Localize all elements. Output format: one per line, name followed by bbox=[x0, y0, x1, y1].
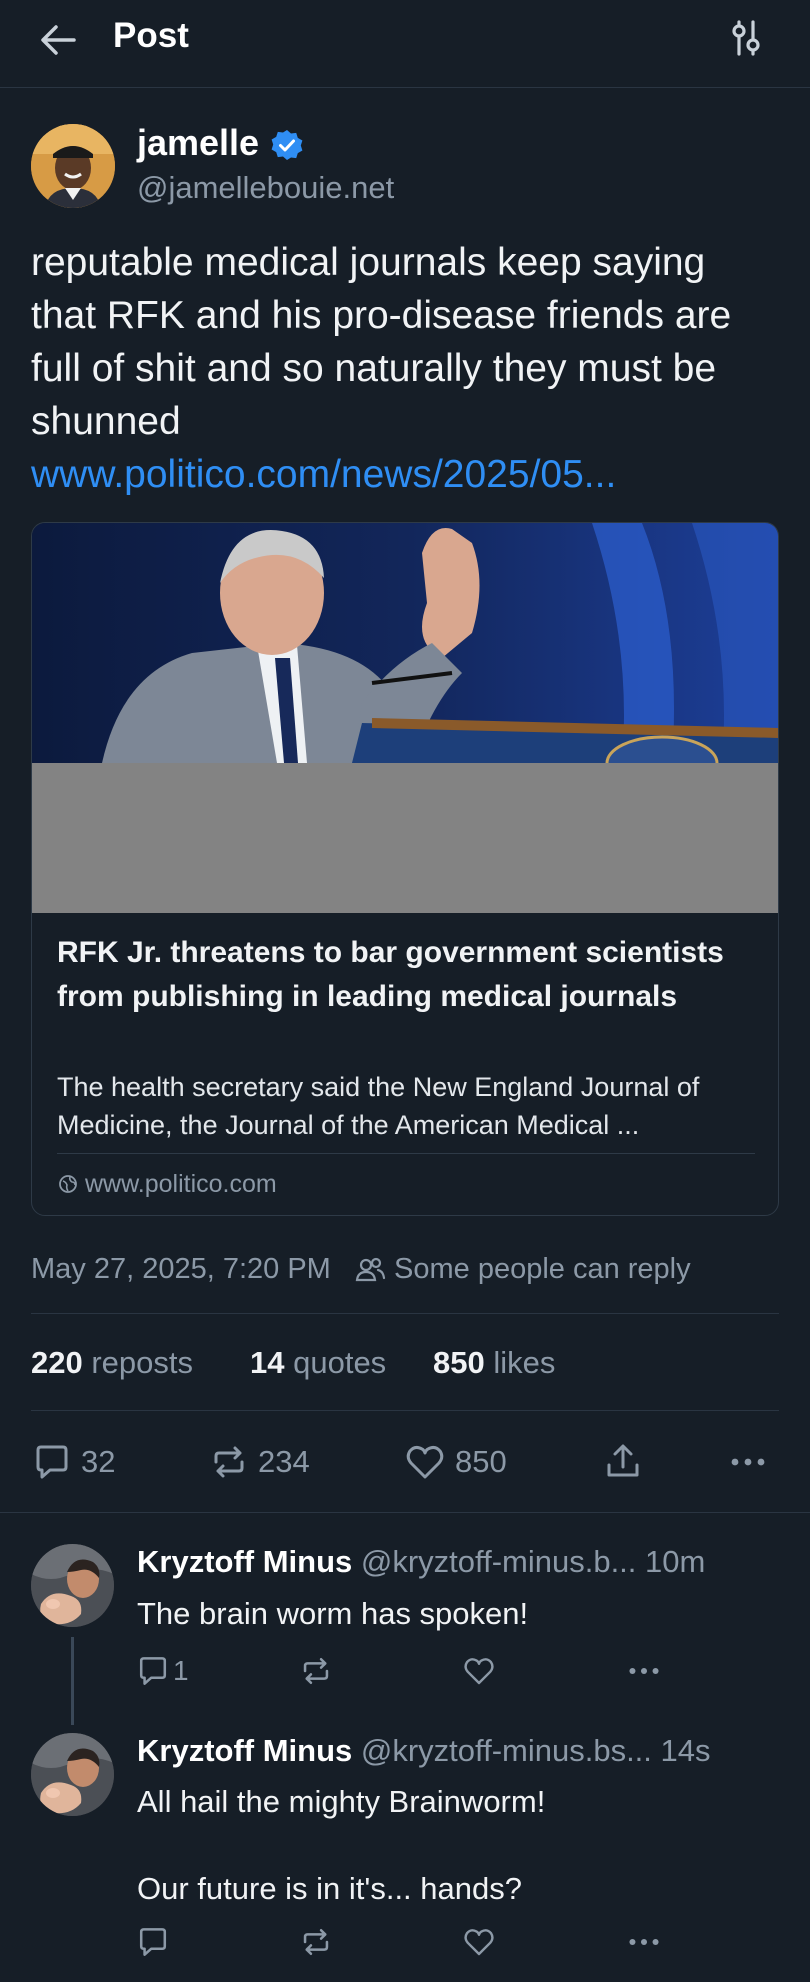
card-domain: www.politico.com bbox=[85, 1170, 277, 1198]
share-icon bbox=[604, 1443, 642, 1481]
quotes-label: quotes bbox=[293, 1345, 387, 1380]
reply-icon bbox=[33, 1443, 71, 1481]
reply-time: 14s bbox=[660, 1733, 711, 1768]
reply-button[interactable]: 1 bbox=[137, 1653, 189, 1689]
avatar[interactable] bbox=[31, 1733, 114, 1816]
repost-icon bbox=[300, 1926, 332, 1958]
reply-time: 10m bbox=[645, 1544, 706, 1579]
reply-header: Kryztoff Minus @kryztoff-minus.b... 10m bbox=[137, 1544, 705, 1580]
verified-badge-icon bbox=[270, 128, 304, 162]
link-preview-card[interactable]: RFK Jr. threatens to bar government scie… bbox=[31, 522, 779, 1216]
stat-quotes[interactable]: 14 quotes bbox=[250, 1345, 386, 1381]
reposts-label: reposts bbox=[91, 1345, 194, 1380]
reply-author-name[interactable]: Kryztoff Minus bbox=[137, 1544, 352, 1579]
reply-button[interactable]: 32 bbox=[33, 1440, 115, 1484]
author-name[interactable]: jamelle bbox=[137, 122, 259, 164]
more-button[interactable] bbox=[628, 1653, 660, 1689]
quotes-count: 14 bbox=[250, 1345, 285, 1380]
like-count: 850 bbox=[455, 1444, 507, 1479]
repost-button[interactable] bbox=[300, 1653, 332, 1689]
post-timestamp: May 27, 2025, 7:20 PM bbox=[31, 1253, 331, 1285]
more-icon bbox=[730, 1457, 766, 1467]
avatar[interactable] bbox=[31, 1544, 114, 1627]
more-button[interactable] bbox=[730, 1440, 766, 1484]
reply-author-handle[interactable]: @kryztoff-minus.bs... bbox=[361, 1733, 652, 1768]
reposts-count: 220 bbox=[31, 1345, 83, 1380]
card-image bbox=[32, 523, 778, 763]
thread-divider bbox=[0, 1512, 810, 1513]
repost-icon bbox=[300, 1655, 332, 1687]
author-avatar[interactable] bbox=[31, 124, 115, 208]
back-arrow-icon[interactable] bbox=[36, 18, 80, 62]
page-title: Post bbox=[113, 16, 189, 55]
reply-button[interactable] bbox=[137, 1924, 169, 1960]
card-title: RFK Jr. threatens to bar government scie… bbox=[57, 936, 724, 1013]
repost-icon bbox=[210, 1443, 248, 1481]
reply-header: Kryztoff Minus @kryztoff-minus.bs... 14s bbox=[137, 1733, 711, 1769]
post-body: reputable medical journals keep saying t… bbox=[31, 241, 732, 443]
author-handle[interactable]: @jamellebouie.net bbox=[137, 170, 394, 206]
reply-text-line-2: Our future is in it's... hands? bbox=[137, 1871, 522, 1906]
reply-author-handle[interactable]: @kryztoff-minus.b... bbox=[361, 1544, 637, 1579]
more-icon bbox=[628, 1666, 660, 1676]
reply-text: The brain worm has spoken! bbox=[137, 1596, 529, 1631]
like-icon bbox=[463, 1655, 495, 1687]
top-bar: Post bbox=[0, 0, 810, 88]
card-description: The health secretary said the New Englan… bbox=[57, 1072, 700, 1140]
reply-count: 1 bbox=[173, 1655, 189, 1686]
like-button[interactable]: 850 bbox=[405, 1440, 507, 1484]
reply-count: 32 bbox=[81, 1444, 116, 1479]
stat-reposts[interactable]: 220 reposts bbox=[31, 1345, 193, 1381]
like-icon bbox=[463, 1926, 495, 1958]
divider bbox=[31, 1410, 779, 1411]
like-button[interactable] bbox=[463, 1924, 495, 1960]
globe-icon bbox=[58, 1174, 78, 1194]
share-button[interactable] bbox=[604, 1440, 642, 1484]
card-image-placeholder bbox=[32, 763, 778, 913]
thread-line bbox=[71, 1637, 74, 1725]
repost-count: 234 bbox=[258, 1444, 310, 1479]
post-text: reputable medical journals keep saying t… bbox=[31, 236, 781, 501]
card-divider bbox=[57, 1153, 755, 1154]
repost-button[interactable] bbox=[300, 1924, 332, 1960]
like-button[interactable] bbox=[463, 1653, 495, 1689]
people-icon bbox=[354, 1254, 386, 1286]
post-link[interactable]: www.politico.com/news/2025/05... bbox=[31, 448, 781, 501]
reply-icon bbox=[137, 1926, 169, 1958]
more-icon bbox=[628, 1937, 660, 1947]
like-icon bbox=[405, 1443, 445, 1481]
repost-button[interactable]: 234 bbox=[210, 1440, 310, 1484]
settings-sliders-icon[interactable] bbox=[726, 18, 766, 58]
likes-count: 850 bbox=[433, 1345, 485, 1380]
reply-text-line-1: All hail the mighty Brainworm! bbox=[137, 1784, 546, 1819]
stat-likes[interactable]: 850 likes bbox=[433, 1345, 555, 1381]
more-button[interactable] bbox=[628, 1924, 660, 1960]
reply-setting[interactable]: Some people can reply bbox=[394, 1253, 691, 1286]
divider bbox=[31, 1313, 779, 1314]
reply-author-name[interactable]: Kryztoff Minus bbox=[137, 1733, 352, 1768]
reply-icon bbox=[137, 1655, 169, 1687]
likes-label: likes bbox=[493, 1345, 556, 1380]
